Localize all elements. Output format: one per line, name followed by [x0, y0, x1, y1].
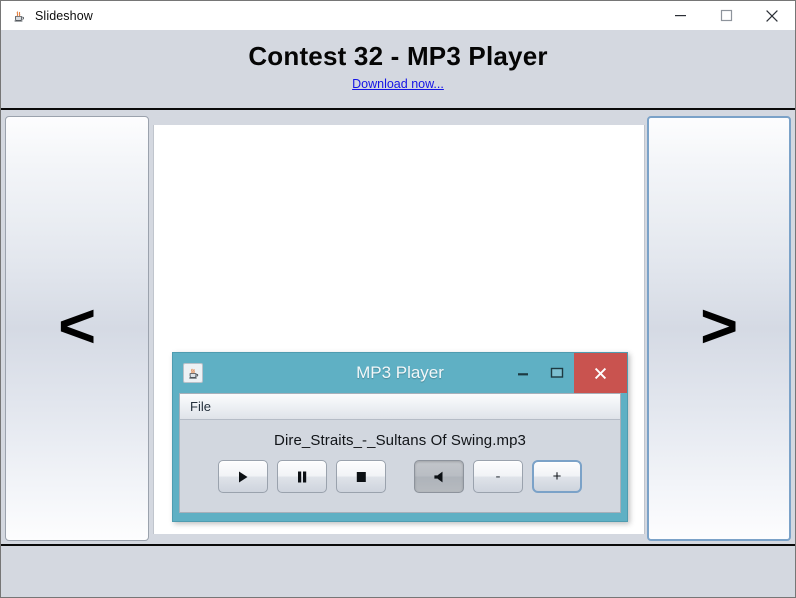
volume-up-button[interactable]: +	[532, 460, 582, 493]
footer-bar	[1, 544, 795, 597]
now-playing-label: Dire_Straits_-_Sultans Of Swing.mp3	[274, 432, 526, 449]
play-button[interactable]	[218, 460, 268, 493]
speaker-icon	[432, 470, 446, 484]
window-maximize-button[interactable]	[703, 1, 749, 30]
slideshow-stage-row: < > MP3 Player File Dire_Straits_-_Sulta…	[1, 112, 795, 544]
slideshow-window: Slideshow Contest 32 - MP3 Player Downlo…	[0, 0, 796, 598]
chevron-left-icon: <	[57, 291, 97, 361]
chevron-right-icon: >	[699, 291, 739, 361]
menu-item-file[interactable]: File	[180, 397, 220, 416]
plus-icon: +	[552, 468, 562, 485]
volume-down-button[interactable]: -	[473, 460, 523, 493]
pause-icon	[296, 470, 308, 484]
window-titlebar: Slideshow	[1, 1, 795, 31]
mp3-close-button[interactable]	[574, 353, 627, 393]
mp3-transport-controls: - +	[180, 460, 620, 493]
mp3-minimize-button[interactable]	[506, 353, 540, 393]
slideshow-next-button[interactable]: >	[647, 116, 791, 541]
minus-icon: -	[495, 468, 501, 485]
mp3-titlebar: MP3 Player	[173, 353, 627, 393]
mp3-player-dialog: MP3 Player File Dire_Straits_-_Sultans O…	[172, 352, 628, 522]
stop-icon	[355, 470, 367, 484]
mute-button[interactable]	[414, 460, 464, 493]
pause-button[interactable]	[277, 460, 327, 493]
mp3-dialog-body: File Dire_Straits_-_Sultans Of Swing.mp3	[179, 393, 621, 513]
mp3-window-controls	[506, 353, 627, 393]
download-now-link[interactable]: Download now...	[352, 77, 444, 91]
play-icon	[237, 470, 249, 484]
stop-button[interactable]	[336, 460, 386, 493]
window-title: Slideshow	[35, 8, 93, 23]
java-icon	[10, 7, 27, 24]
mp3-menubar: File	[180, 394, 620, 420]
window-close-button[interactable]	[749, 1, 795, 30]
page-title: Contest 32 - MP3 Player	[248, 41, 548, 71]
slideshow-prev-button[interactable]: <	[5, 116, 149, 541]
mp3-maximize-button[interactable]	[540, 353, 574, 393]
java-icon	[183, 363, 203, 383]
window-minimize-button[interactable]	[657, 1, 703, 30]
page-header: Contest 32 - MP3 Player Download now...	[1, 30, 795, 110]
